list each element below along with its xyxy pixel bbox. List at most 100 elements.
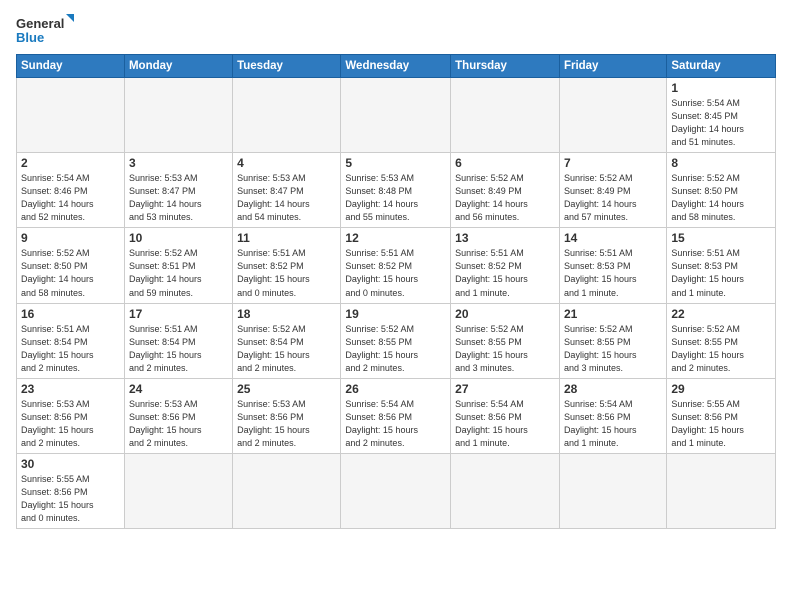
day-info: Sunrise: 5:52 AM Sunset: 8:49 PM Dayligh…	[564, 172, 662, 224]
calendar-cell: 17 Sunrise: 5:51 AM Sunset: 8:54 PM Dayli…	[124, 303, 232, 378]
calendar-cell	[341, 78, 451, 153]
calendar-cell: 23 Sunrise: 5:53 AM Sunset: 8:56 PM Dayli…	[17, 378, 125, 453]
day-number: 7	[564, 156, 662, 170]
calendar-cell	[559, 78, 666, 153]
calendar-cell: 9 Sunrise: 5:52 AM Sunset: 8:50 PM Daylig…	[17, 228, 125, 303]
svg-text:Blue: Blue	[16, 30, 44, 45]
calendar-cell: 27Sunrise: 5:54 AM Sunset: 8:56 PM Dayli…	[451, 378, 560, 453]
calendar-cell: 22Sunrise: 5:52 AM Sunset: 8:55 PM Dayli…	[667, 303, 776, 378]
day-number: 10	[129, 231, 228, 245]
calendar-cell: 14Sunrise: 5:51 AM Sunset: 8:53 PM Dayli…	[559, 228, 666, 303]
calendar-header-row: SundayMondayTuesdayWednesdayThursdayFrid…	[17, 55, 776, 78]
calendar-cell	[17, 78, 125, 153]
day-number: 4	[237, 156, 336, 170]
calendar-cell: 13Sunrise: 5:51 AM Sunset: 8:52 PM Dayli…	[451, 228, 560, 303]
day-info: Sunrise: 5:53 AM Sunset: 8:56 PM Dayligh…	[129, 398, 228, 450]
day-info: Sunrise: 5:52 AM Sunset: 8:50 PM Dayligh…	[21, 247, 120, 299]
day-number: 15	[671, 231, 771, 245]
calendar-header-monday: Monday	[124, 55, 232, 78]
calendar-cell: 20 Sunrise: 5:52 AM Sunset: 8:55 PM Dayli…	[451, 303, 560, 378]
day-number: 2	[21, 156, 120, 170]
calendar-cell: 6 Sunrise: 5:52 AM Sunset: 8:49 PM Daylig…	[451, 153, 560, 228]
calendar-header-wednesday: Wednesday	[341, 55, 451, 78]
calendar-cell	[559, 453, 666, 528]
day-number: 3	[129, 156, 228, 170]
calendar-week-row-0: 1 Sunrise: 5:54 AM Sunset: 8:45 PM Daylig…	[17, 78, 776, 153]
page: General Blue SundayMondayTuesdayWednesda…	[0, 0, 792, 537]
logo: General Blue	[16, 12, 76, 48]
day-number: 17	[129, 307, 228, 321]
calendar-week-row-3: 16Sunrise: 5:51 AM Sunset: 8:54 PM Dayli…	[17, 303, 776, 378]
day-info: Sunrise: 5:52 AM Sunset: 8:55 PM Dayligh…	[564, 323, 662, 375]
day-number: 20	[455, 307, 555, 321]
calendar-cell	[124, 453, 232, 528]
day-info: Sunrise: 5:52 AM Sunset: 8:55 PM Dayligh…	[671, 323, 771, 375]
day-number: 9	[21, 231, 120, 245]
calendar-cell: 24 Sunrise: 5:53 AM Sunset: 8:56 PM Dayli…	[124, 378, 232, 453]
day-number: 8	[671, 156, 771, 170]
calendar-cell: 18 Sunrise: 5:52 AM Sunset: 8:54 PM Dayli…	[233, 303, 341, 378]
calendar-cell	[667, 453, 776, 528]
calendar-cell	[124, 78, 232, 153]
day-info: Sunrise: 5:51 AM Sunset: 8:52 PM Dayligh…	[345, 247, 446, 299]
calendar-cell: 12 Sunrise: 5:51 AM Sunset: 8:52 PM Dayli…	[341, 228, 451, 303]
calendar-cell: 5Sunrise: 5:53 AM Sunset: 8:48 PM Daylig…	[341, 153, 451, 228]
generalblue-logo-icon: General Blue	[16, 12, 76, 48]
day-number: 28	[564, 382, 662, 396]
day-info: Sunrise: 5:51 AM Sunset: 8:52 PM Dayligh…	[237, 247, 336, 299]
calendar-week-row-1: 2 Sunrise: 5:54 AM Sunset: 8:46 PM Daylig…	[17, 153, 776, 228]
day-number: 23	[21, 382, 120, 396]
day-info: Sunrise: 5:51 AM Sunset: 8:53 PM Dayligh…	[564, 247, 662, 299]
calendar-cell: 16Sunrise: 5:51 AM Sunset: 8:54 PM Dayli…	[17, 303, 125, 378]
day-info: Sunrise: 5:51 AM Sunset: 8:54 PM Dayligh…	[129, 323, 228, 375]
day-number: 1	[671, 81, 771, 95]
day-number: 21	[564, 307, 662, 321]
day-info: Sunrise: 5:55 AM Sunset: 8:56 PM Dayligh…	[21, 473, 120, 525]
calendar-cell	[341, 453, 451, 528]
day-info: Sunrise: 5:51 AM Sunset: 8:53 PM Dayligh…	[671, 247, 771, 299]
day-info: Sunrise: 5:54 AM Sunset: 8:56 PM Dayligh…	[455, 398, 555, 450]
day-info: Sunrise: 5:52 AM Sunset: 8:49 PM Dayligh…	[455, 172, 555, 224]
day-number: 19	[345, 307, 446, 321]
header: General Blue	[16, 12, 776, 48]
calendar-cell: 26Sunrise: 5:54 AM Sunset: 8:56 PM Dayli…	[341, 378, 451, 453]
calendar-cell	[233, 453, 341, 528]
calendar-cell: 8 Sunrise: 5:52 AM Sunset: 8:50 PM Daylig…	[667, 153, 776, 228]
day-number: 24	[129, 382, 228, 396]
day-info: Sunrise: 5:52 AM Sunset: 8:51 PM Dayligh…	[129, 247, 228, 299]
calendar-week-row-5: 30Sunrise: 5:55 AM Sunset: 8:56 PM Dayli…	[17, 453, 776, 528]
svg-text:General: General	[16, 16, 64, 31]
day-info: Sunrise: 5:52 AM Sunset: 8:54 PM Dayligh…	[237, 323, 336, 375]
calendar-header-thursday: Thursday	[451, 55, 560, 78]
calendar-cell	[233, 78, 341, 153]
calendar-cell: 3 Sunrise: 5:53 AM Sunset: 8:47 PM Daylig…	[124, 153, 232, 228]
day-info: Sunrise: 5:54 AM Sunset: 8:56 PM Dayligh…	[564, 398, 662, 450]
day-number: 12	[345, 231, 446, 245]
day-info: Sunrise: 5:52 AM Sunset: 8:55 PM Dayligh…	[455, 323, 555, 375]
calendar-header-sunday: Sunday	[17, 55, 125, 78]
day-info: Sunrise: 5:51 AM Sunset: 8:52 PM Dayligh…	[455, 247, 555, 299]
day-info: Sunrise: 5:53 AM Sunset: 8:47 PM Dayligh…	[129, 172, 228, 224]
day-info: Sunrise: 5:53 AM Sunset: 8:56 PM Dayligh…	[21, 398, 120, 450]
calendar-cell: 10 Sunrise: 5:52 AM Sunset: 8:51 PM Dayli…	[124, 228, 232, 303]
day-number: 5	[345, 156, 446, 170]
calendar-cell	[451, 78, 560, 153]
calendar-header-tuesday: Tuesday	[233, 55, 341, 78]
calendar-cell: 28 Sunrise: 5:54 AM Sunset: 8:56 PM Dayli…	[559, 378, 666, 453]
calendar-cell: 4Sunrise: 5:53 AM Sunset: 8:47 PM Daylig…	[233, 153, 341, 228]
day-info: Sunrise: 5:52 AM Sunset: 8:55 PM Dayligh…	[345, 323, 446, 375]
calendar-cell: 21 Sunrise: 5:52 AM Sunset: 8:55 PM Dayli…	[559, 303, 666, 378]
day-info: Sunrise: 5:53 AM Sunset: 8:56 PM Dayligh…	[237, 398, 336, 450]
day-number: 18	[237, 307, 336, 321]
day-info: Sunrise: 5:54 AM Sunset: 8:46 PM Dayligh…	[21, 172, 120, 224]
day-number: 29	[671, 382, 771, 396]
day-info: Sunrise: 5:52 AM Sunset: 8:50 PM Dayligh…	[671, 172, 771, 224]
day-info: Sunrise: 5:51 AM Sunset: 8:54 PM Dayligh…	[21, 323, 120, 375]
day-number: 6	[455, 156, 555, 170]
calendar-week-row-4: 23 Sunrise: 5:53 AM Sunset: 8:56 PM Dayli…	[17, 378, 776, 453]
calendar-cell: 30Sunrise: 5:55 AM Sunset: 8:56 PM Dayli…	[17, 453, 125, 528]
calendar-cell: 19 Sunrise: 5:52 AM Sunset: 8:55 PM Dayli…	[341, 303, 451, 378]
calendar-cell: 29Sunrise: 5:55 AM Sunset: 8:56 PM Dayli…	[667, 378, 776, 453]
day-number: 25	[237, 382, 336, 396]
day-info: Sunrise: 5:54 AM Sunset: 8:45 PM Dayligh…	[671, 97, 771, 149]
